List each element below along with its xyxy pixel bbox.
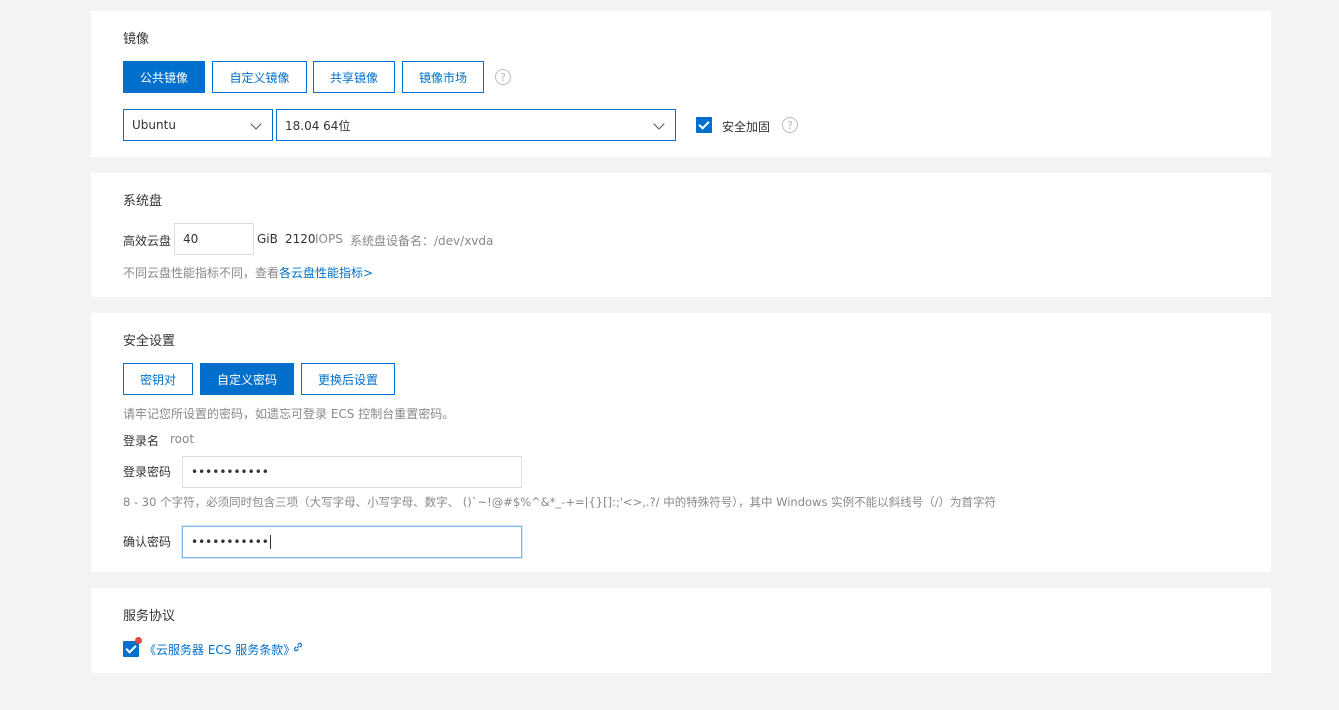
disk-device-name: 系统盘设备名：/dev/xvda <box>350 234 494 248</box>
login-name-value: root <box>170 432 195 446</box>
tab-public-image[interactable]: 公共镜像 <box>123 61 205 93</box>
password-label: 登录密码 <box>123 465 172 479</box>
tab-shared-image[interactable]: 共享镜像 <box>313 61 395 93</box>
confirm-password-input[interactable]: ••••••••••• <box>182 526 522 558</box>
system-disk-title: 系统盘 <box>123 194 163 209</box>
version-select[interactable]: 18.04 64位 <box>276 109 676 141</box>
confirm-password-label: 确认密码 <box>123 535 172 549</box>
security-hardening-checkbox[interactable] <box>696 117 712 133</box>
security-hardening-label: 安全加固 <box>722 120 771 134</box>
disk-hint: 不同云盘性能指标不同，查看各云盘性能指标> <box>123 264 373 281</box>
disk-type-label: 高效云盘 <box>123 234 172 248</box>
system-disk-section: 系统盘 高效云盘 40 GiB 2120 IOPS 系统盘设备名：/dev/xv… <box>91 173 1271 297</box>
disk-iops-label: IOPS <box>315 232 343 246</box>
password-notice: 请牢记您所设置的密码，如遗忘可登录 ECS 控制台重置密码。 <box>123 407 455 421</box>
help-icon[interactable]: ? <box>495 69 511 85</box>
os-select-value: Ubuntu <box>132 118 176 132</box>
help-icon[interactable]: ? <box>782 117 798 133</box>
disk-iops-value: 2120 <box>285 232 316 246</box>
tab-key-pair[interactable]: 密钥对 <box>123 363 193 395</box>
login-name-label: 登录名 <box>123 434 160 448</box>
link-icon[interactable] <box>292 641 304 653</box>
version-select-value: 18.04 64位 <box>285 118 351 133</box>
agreement-title: 服务协议 <box>123 609 176 624</box>
password-rule: 8 - 30 个字符，必须同时包含三项（大写字母、小写字母、数字、 ()`~!@… <box>123 495 996 509</box>
chevron-down-icon <box>653 118 665 130</box>
disk-unit: GiB <box>257 232 278 246</box>
security-section: 安全设置 密钥对 自定义密码 更换后设置 请牢记您所设置的密码，如遗忘可登录 E… <box>91 313 1271 572</box>
tab-custom-image[interactable]: 自定义镜像 <box>212 61 307 93</box>
tab-image-market[interactable]: 镜像市场 <box>402 61 484 93</box>
confirm-password-value: ••••••••••• <box>191 535 269 549</box>
security-section-title: 安全设置 <box>123 334 176 349</box>
required-dot-icon <box>135 637 142 644</box>
tab-custom-password[interactable]: 自定义密码 <box>200 363 294 395</box>
image-section: 镜像 公共镜像 自定义镜像 共享镜像 镜像市场 ? Ubuntu 18.04 6… <box>91 11 1271 157</box>
disk-hint-text: 不同云盘性能指标不同，查看 <box>123 266 280 280</box>
os-select[interactable]: Ubuntu <box>123 109 273 141</box>
text-cursor <box>269 535 271 549</box>
tab-set-later[interactable]: 更换后设置 <box>301 363 395 395</box>
chevron-down-icon <box>250 118 262 130</box>
password-input[interactable]: ••••••••••• <box>182 456 522 488</box>
image-section-title: 镜像 <box>123 32 150 47</box>
agreement-link[interactable]: 《云服务器 ECS 服务条款》 <box>144 641 295 658</box>
agreement-section: 服务协议 《云服务器 ECS 服务条款》 <box>91 588 1271 673</box>
disk-size-input[interactable]: 40 <box>174 223 254 255</box>
disk-performance-link[interactable]: 各云盘性能指标> <box>279 266 373 280</box>
